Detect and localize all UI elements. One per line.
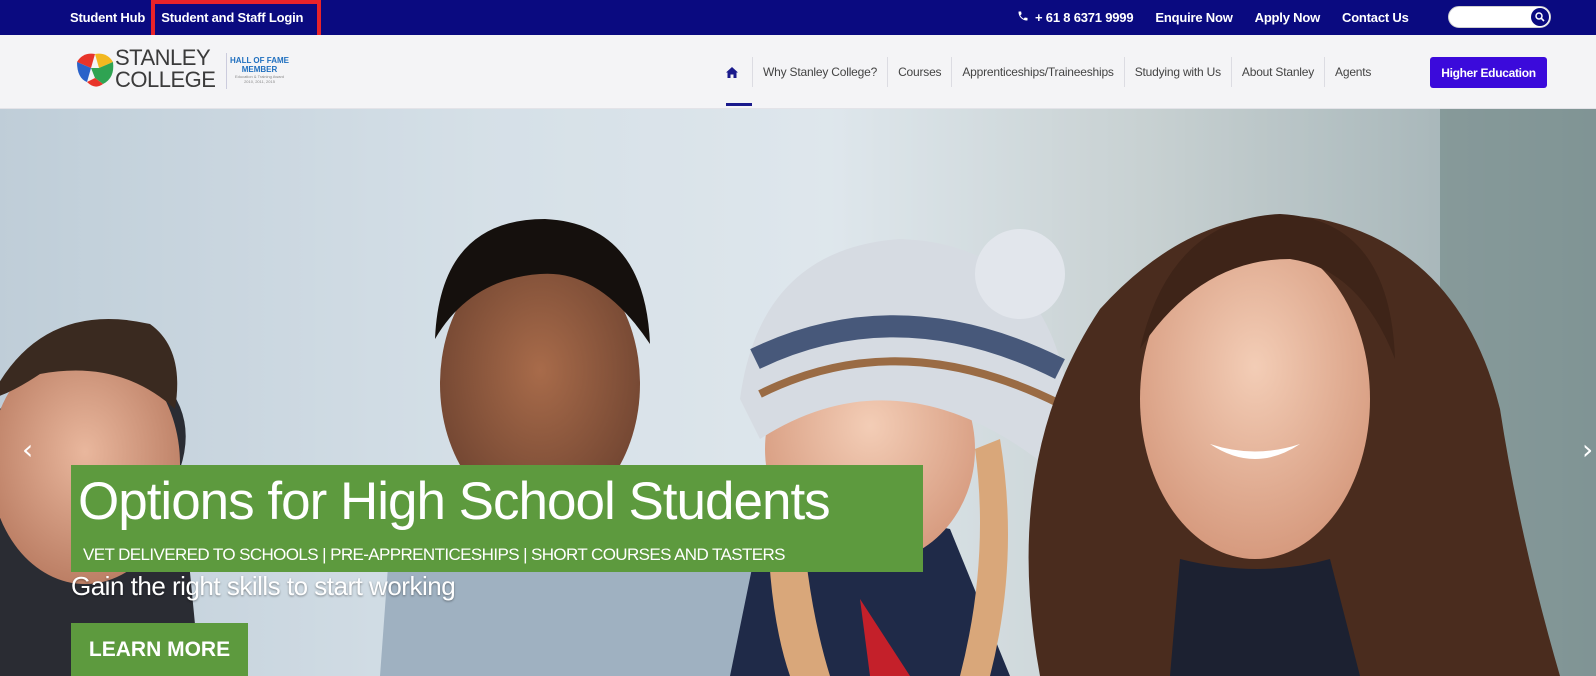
hero-slider: ‹ › Options for High School Students VET…: [0, 109, 1596, 676]
logo-line-1: STANLEY: [115, 45, 211, 70]
hall-of-fame-text: HALL OF FAME: [230, 56, 289, 65]
logo-mark-icon: [77, 53, 114, 87]
enquire-now-link[interactable]: Enquire Now: [1155, 10, 1232, 25]
search-box: [1448, 6, 1551, 28]
nav-studying-with-us[interactable]: Studying with Us: [1125, 57, 1232, 87]
stanley-college-logo[interactable]: STANLEY COLLEGE: [73, 45, 216, 97]
phone-icon: [1018, 11, 1028, 21]
phone-number: + 61 8 6371 9999: [1035, 10, 1134, 25]
hall-of-fame-badge: HALL OF FAME MEMBER Education & Training…: [226, 53, 292, 89]
link-separator: |: [151, 8, 156, 26]
logo-line-2: COLLEGE: [115, 67, 216, 92]
nav-about-stanley[interactable]: About Stanley: [1232, 57, 1326, 87]
active-nav-indicator: [726, 103, 752, 106]
learn-more-button[interactable]: LEARN MORE: [71, 623, 248, 676]
hero-headline: Options for High School Students: [78, 472, 831, 531]
nav-apprenticeships[interactable]: Apprenticeships/Traineeships: [952, 57, 1125, 87]
slider-next-arrow[interactable]: ›: [1582, 433, 1593, 466]
student-hub-link[interactable]: Student Hub: [70, 10, 145, 25]
member-text: MEMBER: [241, 65, 278, 74]
apply-now-link[interactable]: Apply Now: [1255, 10, 1321, 25]
top-bar-left-links: Student Hub | Student and Staff Login: [70, 0, 303, 35]
search-button[interactable]: [1531, 8, 1549, 26]
nav-agents[interactable]: Agents: [1325, 57, 1381, 87]
higher-education-button[interactable]: Higher Education: [1430, 57, 1547, 88]
search-icon: [1535, 12, 1545, 22]
award-years: 2010, 2011, 2015: [244, 79, 275, 84]
top-bar-right-links: + 61 8 6371 9999 Enquire Now Apply Now C…: [1017, 0, 1431, 35]
hero-subheadline: VET DELIVERED TO SCHOOLS | PRE-APPRENTIC…: [83, 545, 786, 564]
search-input[interactable]: [1449, 7, 1525, 27]
phone-link[interactable]: + 61 8 6371 9999: [1017, 10, 1134, 25]
hero-headline-box: Options for High School Students VET DEL…: [71, 465, 923, 572]
main-navigation: Why Stanley College? Courses Apprentices…: [722, 35, 1381, 109]
slider-prev-arrow[interactable]: ‹: [22, 433, 33, 466]
nav-courses[interactable]: Courses: [888, 57, 953, 87]
contact-us-link[interactable]: Contact Us: [1342, 10, 1409, 25]
logo-wordmark: STANLEY COLLEGE: [115, 45, 216, 92]
nav-home[interactable]: [722, 57, 753, 87]
site-header: STANLEY COLLEGE HALL OF FAME MEMBER Educ…: [0, 35, 1596, 109]
nav-why-stanley[interactable]: Why Stanley College?: [753, 57, 889, 87]
hero-tagline: Gain the right skills to start working: [71, 571, 456, 601]
home-icon: [726, 66, 738, 78]
top-utility-bar: Student Hub | Student and Staff Login + …: [0, 0, 1596, 35]
student-staff-login-link[interactable]: Student and Staff Login: [161, 10, 303, 25]
